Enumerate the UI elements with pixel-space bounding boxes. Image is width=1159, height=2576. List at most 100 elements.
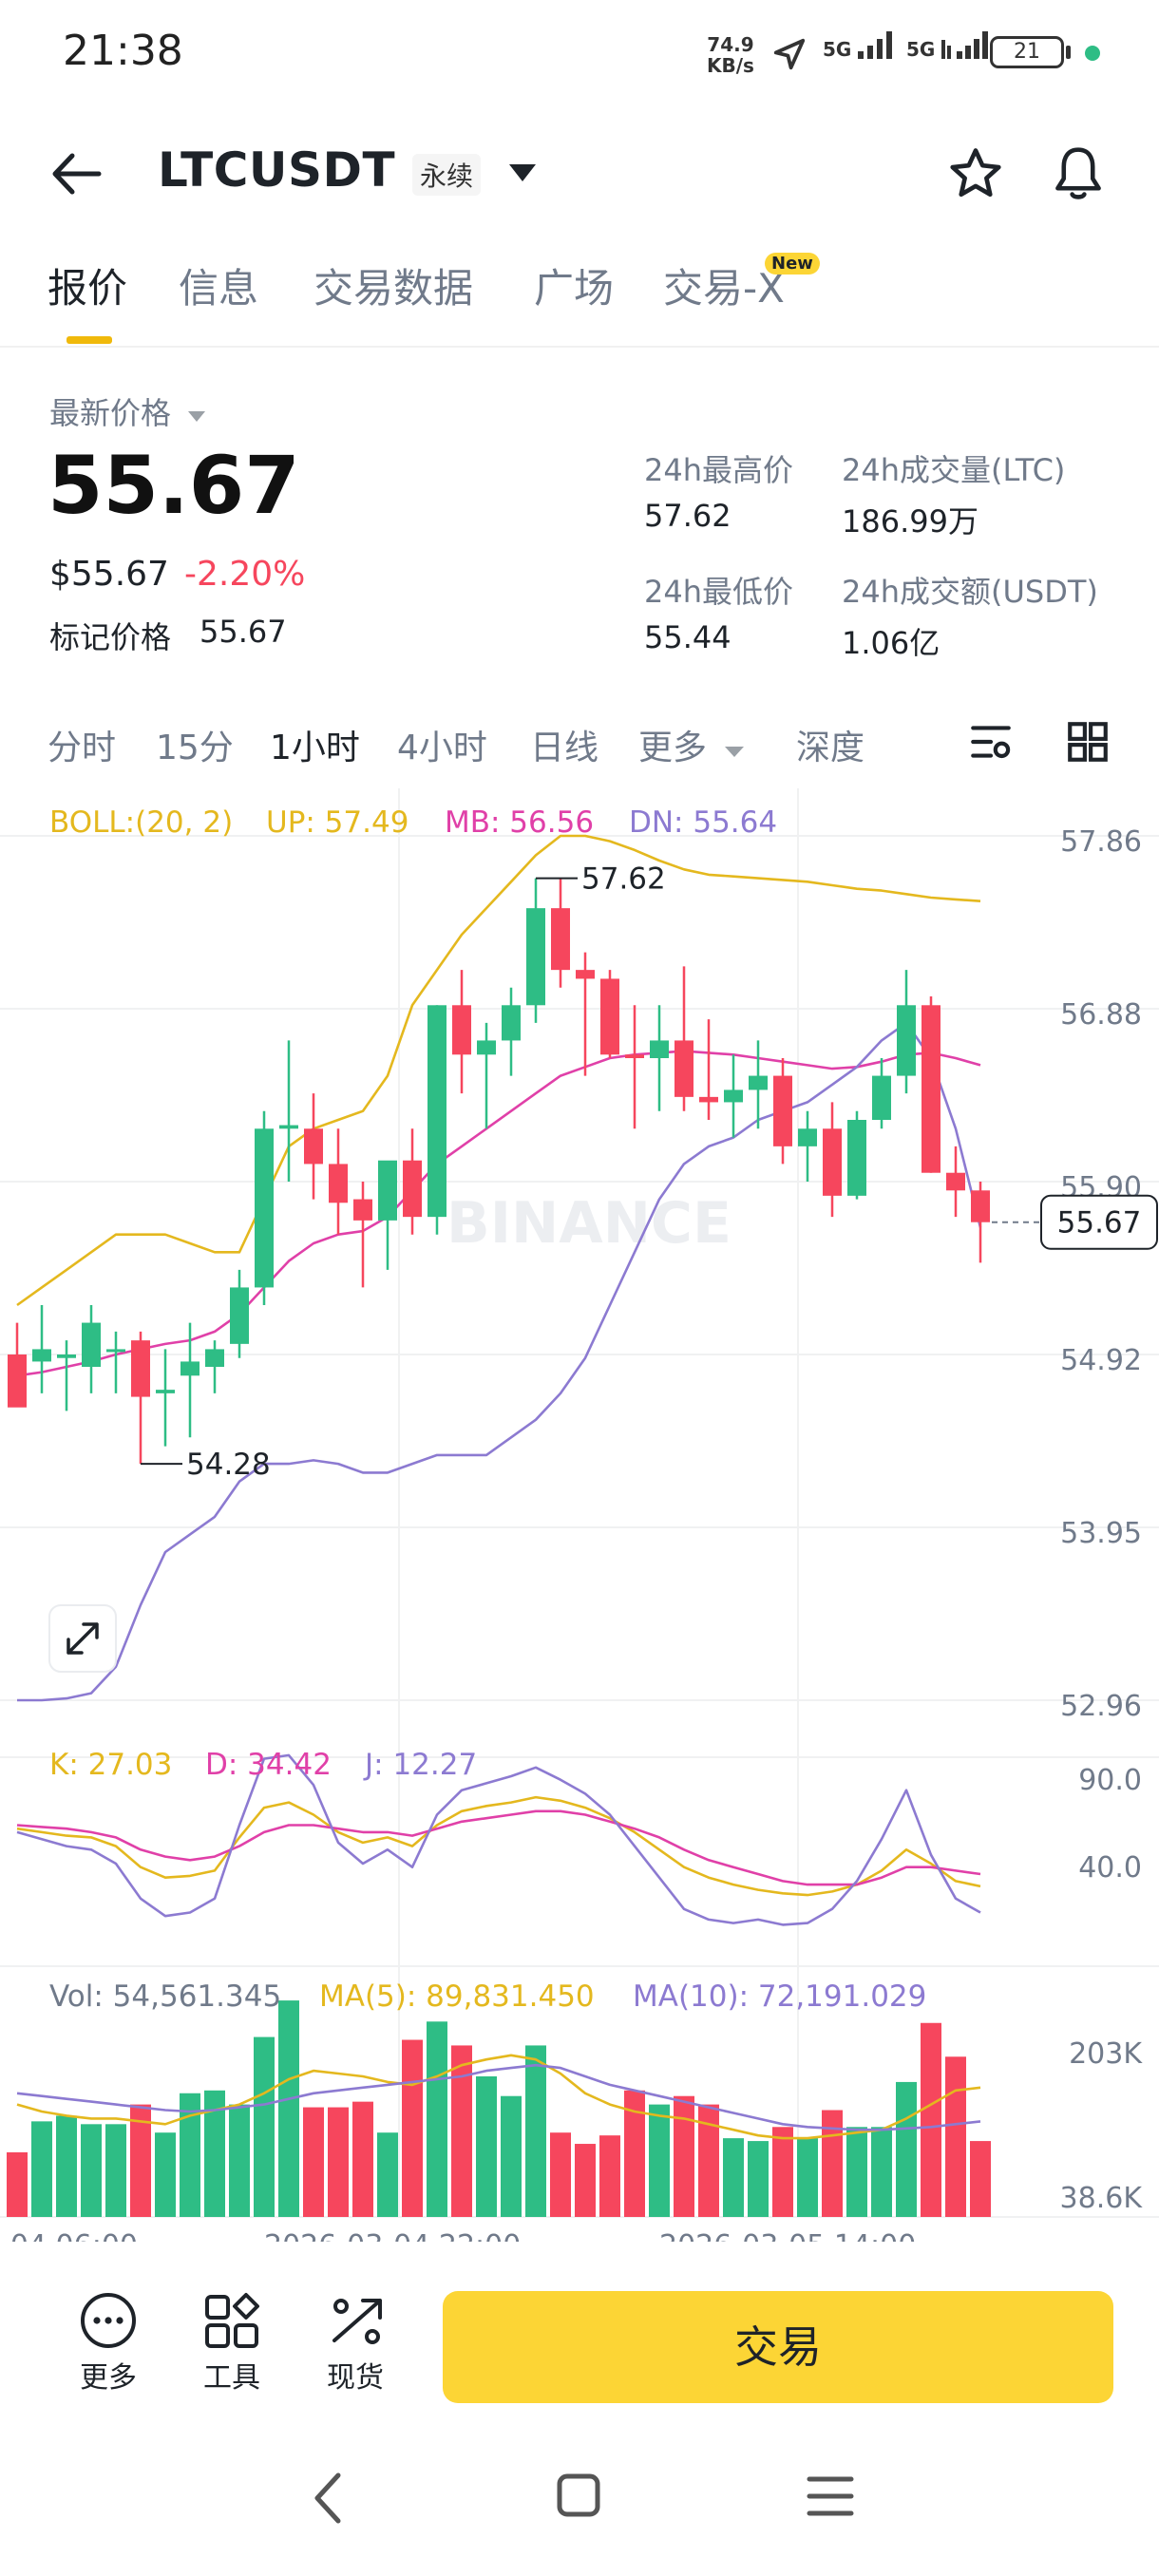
- spot-swap-icon[interactable]: [298, 2291, 412, 2350]
- timeframe-15m[interactable]: 15分: [156, 720, 234, 769]
- network-speed: 74.9 KB/s: [707, 34, 754, 76]
- tab-square[interactable]: 广场: [534, 256, 614, 314]
- volume-bar: [970, 2141, 991, 2217]
- signal-strength-1: 5G: [823, 28, 898, 61]
- candlestick: [230, 1269, 249, 1358]
- timeframe-line[interactable]: 分时: [48, 720, 116, 769]
- price-alert-bell-icon[interactable]: [1049, 142, 1108, 205]
- candle-body: [32, 1349, 51, 1362]
- high-price-marker: 57.62: [536, 862, 666, 897]
- symbol-dropdown-icon[interactable]: [507, 161, 538, 184]
- candlestick: [823, 1102, 842, 1218]
- volume-bar: [427, 2021, 447, 2217]
- kdj-d-line: [16, 1809, 981, 1886]
- favorite-star-icon[interactable]: [946, 144, 1005, 203]
- candlestick: [106, 1331, 125, 1393]
- candle-body: [576, 970, 595, 979]
- candlestick: [304, 1093, 323, 1200]
- candle-body: [57, 1354, 76, 1358]
- more-button[interactable]: 更多: [51, 2291, 165, 2396]
- volume-bar: [278, 2000, 299, 2217]
- candle-body: [329, 1164, 348, 1203]
- price-axis-tick: 57.86: [1060, 825, 1142, 859]
- volume-bar: [822, 2110, 843, 2217]
- volume-bar: [896, 2081, 917, 2217]
- candle-body: [773, 1075, 792, 1146]
- tab-trading-data[interactable]: 交易数据: [314, 256, 473, 314]
- candle-body: [477, 1040, 496, 1055]
- tab-quote[interactable]: 报价: [48, 256, 127, 314]
- boll-dn-label: DN: 55.64: [629, 805, 777, 840]
- volume-bar: [254, 2036, 275, 2217]
- timeframe-more[interactable]: 更多: [638, 720, 746, 769]
- depth-chart-tab[interactable]: 深度: [796, 720, 864, 769]
- kdj-k-line: [16, 1795, 981, 1897]
- candlestick: [378, 1160, 397, 1270]
- symbol-title[interactable]: LTCUSDT: [158, 142, 395, 198]
- mark-price-value: 55.67: [200, 614, 287, 650]
- network-speed-unit: KB/s: [707, 54, 754, 77]
- timeframe-1d[interactable]: 日线: [530, 720, 598, 769]
- last-price-label[interactable]: 最新价格: [49, 389, 207, 433]
- candlestick: [922, 996, 940, 1173]
- boll-params-label: BOLL:(20, 2): [49, 805, 233, 840]
- volume-bar: [599, 2135, 620, 2217]
- candlestick: [526, 878, 545, 1023]
- status-dot-icon: [1085, 46, 1100, 61]
- kdj-axis-tick: 40.0: [1078, 1851, 1142, 1885]
- candle-body: [255, 1128, 274, 1288]
- mark-price-label: 标记价格: [49, 619, 172, 655]
- kline-chart[interactable]: BINANCE BOLL:(20, 2) UP: 57.49 MB: 56.56…: [0, 788, 1159, 2242]
- volume-bar: [575, 2144, 596, 2217]
- timeframe-4h[interactable]: 4小时: [397, 720, 487, 769]
- signal-2-label: 5G: [906, 38, 936, 61]
- signal-bars-icon: [941, 31, 989, 59]
- candlestick: [205, 1340, 224, 1393]
- candle-body: [131, 1340, 150, 1397]
- timeframe-1h[interactable]: 1小时: [270, 720, 360, 769]
- signal-1-label: 5G: [823, 38, 852, 61]
- candle-body: [279, 1125, 298, 1129]
- back-arrow-icon[interactable]: [49, 150, 103, 198]
- fullscreen-button[interactable]: [48, 1604, 117, 1673]
- candlestick: [576, 952, 595, 1076]
- nav-home-icon[interactable]: [555, 2472, 602, 2519]
- price-axis-tick: 52.96: [1060, 1690, 1142, 1723]
- more-dots-icon[interactable]: [51, 2291, 165, 2350]
- more-dropdown-icon: [725, 747, 745, 757]
- volume-bar: [155, 2132, 176, 2217]
- price-type-dropdown-icon[interactable]: [186, 408, 207, 424]
- candlestick: [255, 1110, 274, 1305]
- candle-body: [205, 1349, 224, 1367]
- spot-button[interactable]: 现货: [298, 2291, 412, 2396]
- tools-button[interactable]: 工具: [175, 2291, 289, 2396]
- chart-settings-icon[interactable]: [967, 718, 1015, 766]
- candlestick: [156, 1349, 175, 1447]
- nav-menu-icon[interactable]: [806, 2473, 855, 2519]
- tab-info[interactable]: 信息: [179, 256, 258, 314]
- low-24h-label: 24h最低价: [644, 574, 794, 610]
- candle-body: [823, 1128, 842, 1196]
- tools-button-label: 工具: [203, 2361, 260, 2395]
- volume-bar: [7, 2151, 28, 2217]
- candlestick: [452, 970, 471, 1094]
- volume-bar: [56, 2115, 77, 2217]
- candle-body: [650, 1040, 669, 1058]
- candlestick: [650, 1005, 669, 1111]
- tools-grid-icon[interactable]: [175, 2291, 289, 2350]
- candle-body: [600, 978, 619, 1055]
- candlestick: [353, 1182, 372, 1288]
- more-button-label: 更多: [80, 2361, 137, 2395]
- system-nav-bar: [0, 2432, 1159, 2576]
- signal-strength-2: 5G: [906, 28, 997, 61]
- nav-back-icon[interactable]: [308, 2470, 348, 2527]
- candle-body: [897, 1005, 916, 1076]
- candle-body: [674, 1040, 694, 1097]
- candlestick: [477, 1022, 496, 1129]
- status-bar: 21:38 74.9 KB/s 5G 5G 21: [0, 0, 1159, 114]
- candlestick: [674, 966, 694, 1111]
- volume-ma10-label: MA(10): 72,191.029: [633, 1979, 926, 2014]
- trade-button[interactable]: 交易: [443, 2291, 1113, 2403]
- candle-body: [8, 1354, 27, 1408]
- layout-grid-icon[interactable]: [1064, 718, 1112, 766]
